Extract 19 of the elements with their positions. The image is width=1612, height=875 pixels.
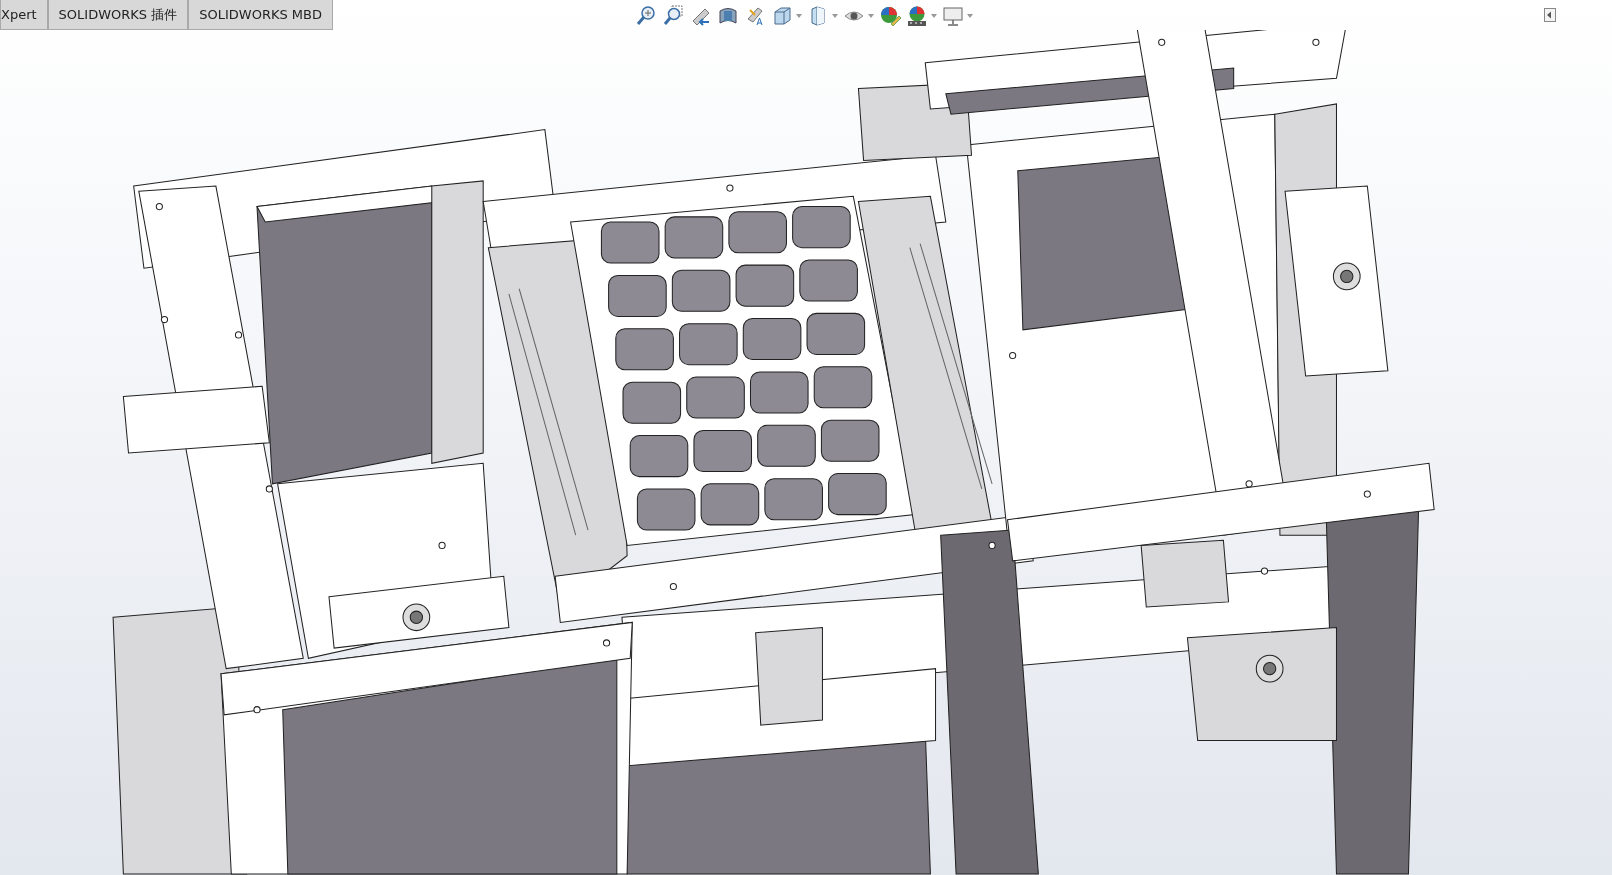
caret-icon[interactable]: [796, 14, 802, 18]
panel-toggle-icon[interactable]: [1544, 8, 1556, 22]
view-toolbar-button[interactable]: [771, 5, 802, 27]
cube-icon[interactable]: [771, 5, 793, 27]
caret-icon[interactable]: [931, 14, 937, 18]
ribbon-tab[interactable]: SOLIDWORKS 插件: [47, 0, 189, 30]
cylinder-section-icon[interactable]: [717, 5, 739, 27]
color-ball-scene-icon[interactable]: [906, 5, 928, 27]
view-toolbar-button[interactable]: [906, 5, 937, 27]
magnifier-icon[interactable]: [636, 5, 658, 27]
ribbon-tab[interactable]: Xpert: [0, 0, 48, 30]
view-toolbar-button[interactable]: [942, 5, 973, 27]
caret-icon[interactable]: [832, 14, 838, 18]
monitor-icon[interactable]: [942, 5, 964, 27]
magnifier-icon[interactable]: [663, 5, 685, 27]
caret-icon[interactable]: [967, 14, 973, 18]
color-ball-pencil-icon[interactable]: [879, 5, 901, 27]
ribbon-tab[interactable]: SOLIDWORKS MBD: [188, 0, 333, 30]
caret-icon[interactable]: [868, 14, 874, 18]
